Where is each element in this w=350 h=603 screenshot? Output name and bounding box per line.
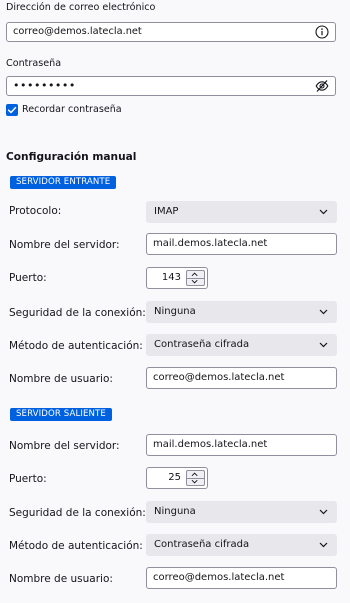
outgoing-port-down-button[interactable] [187,478,204,485]
remember-password-label[interactable]: Recordar contraseña [22,104,122,116]
incoming-auth-value: Contraseña cifrada [154,339,250,350]
chevron-down-icon [191,479,198,484]
outgoing-server-input[interactable]: mail.demos.latecla.net [146,434,337,456]
incoming-server-badge: SERVIDOR ENTRANTE [10,176,117,189]
incoming-username-label: Nombre de usuario: [9,373,113,385]
chevron-down-icon [319,542,328,548]
eye-slash-icon[interactable] [315,79,329,93]
password-label: Contraseña [6,58,62,69]
outgoing-port-label: Puerto: [9,473,47,485]
chevron-up-icon [191,472,198,477]
outgoing-security-select[interactable]: Ninguna [146,501,337,523]
incoming-username-input[interactable]: correo@demos.latecla.net [146,367,337,389]
incoming-port-value: 143 [161,272,181,283]
outgoing-auth-value: Contraseña cifrada [154,539,250,550]
incoming-protocol-label: Protocolo: [9,205,62,217]
outgoing-auth-select[interactable]: Contraseña cifrada [146,534,337,556]
outgoing-port-stepper[interactable]: 25 [146,467,208,489]
outgoing-security-value: Ninguna [154,506,196,517]
outgoing-server-label: Nombre del servidor: [9,440,120,452]
outgoing-server-badge: SERVIDOR SALIENTE [10,408,112,421]
outgoing-port-value: 25 [168,472,181,483]
outgoing-security-label: Seguridad de la conexión: [9,507,146,519]
checkmark-icon [7,106,17,114]
chevron-up-icon [191,272,198,277]
info-circle-icon[interactable] [315,25,329,39]
outgoing-auth-label: Método de autenticación: [9,540,143,552]
incoming-port-label: Puerto: [9,272,47,284]
password-value: ••••••••• [13,79,76,92]
password-field[interactable]: ••••••••• [6,76,336,96]
incoming-auth-label: Método de autenticación: [9,340,143,352]
incoming-security-select[interactable]: Ninguna [146,301,337,323]
incoming-server-input[interactable]: mail.demos.latecla.net [146,233,337,255]
chevron-down-icon [191,279,198,284]
remember-password-checkbox[interactable] [6,104,18,116]
chevron-down-icon [319,509,328,515]
email-value: correo@demos.latecla.net [13,26,142,37]
outgoing-port-spinner [186,470,205,486]
email-field[interactable]: correo@demos.latecla.net [6,22,336,42]
email-label: Dirección de correo electrónico [6,2,156,13]
incoming-security-value: Ninguna [154,306,196,317]
chevron-down-icon [319,342,328,348]
incoming-port-down-button[interactable] [187,278,204,285]
incoming-protocol-select[interactable]: IMAP [146,201,337,223]
incoming-port-spinner [186,270,205,286]
outgoing-username-input[interactable]: correo@demos.latecla.net [146,567,337,589]
incoming-protocol-value: IMAP [154,206,179,217]
incoming-auth-select[interactable]: Contraseña cifrada [146,334,337,356]
chevron-down-icon [319,209,328,215]
chevron-down-icon [319,309,328,315]
incoming-server-label: Nombre del servidor: [9,239,120,251]
incoming-port-stepper[interactable]: 143 [146,267,208,289]
incoming-security-label: Seguridad de la conexión: [9,307,146,319]
manual-config-title: Configuración manual [6,151,137,163]
outgoing-username-label: Nombre de usuario: [9,573,113,585]
